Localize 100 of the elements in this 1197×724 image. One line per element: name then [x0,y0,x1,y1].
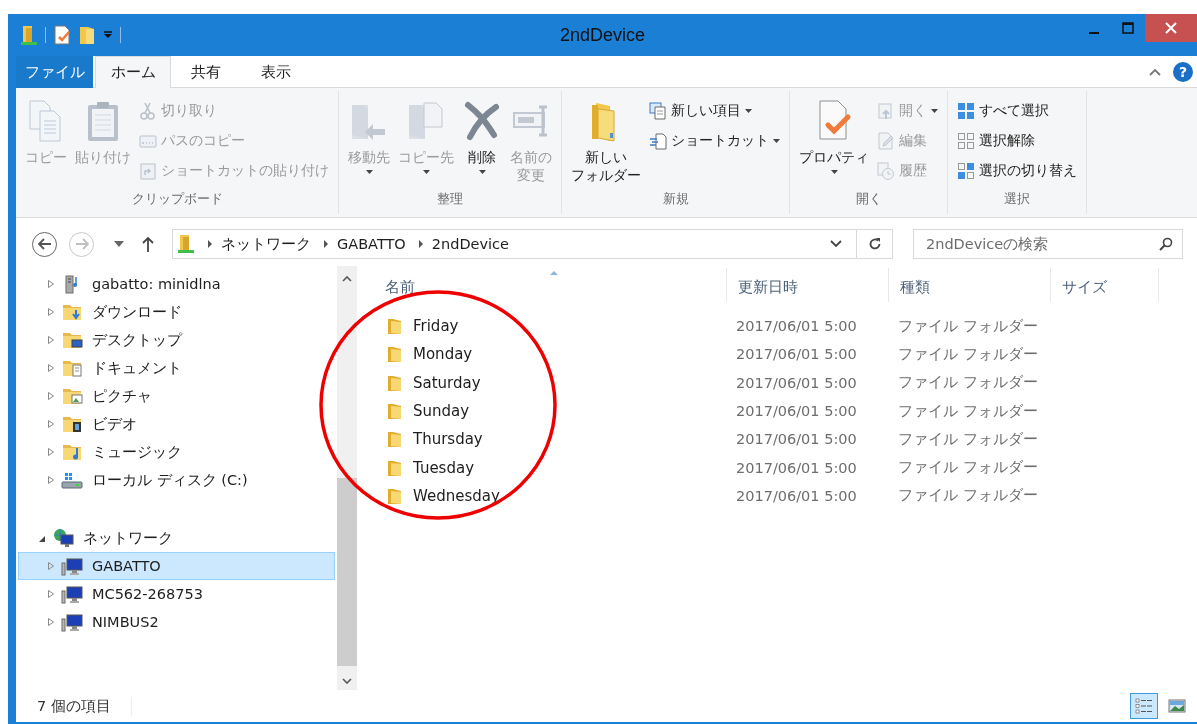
desktop-folder-icon [61,330,83,350]
table-cell-text: ファイル フォルダー [897,458,1039,478]
ribbon-button[interactable]: 選択解除 [954,127,1080,155]
collapsed-arrow-icon[interactable] [47,617,55,627]
table-cell-text: ファイル フォルダー [897,486,1039,506]
tree-item[interactable]: MC562-268753 [18,580,335,608]
collapsed-arrow-icon[interactable] [47,589,55,599]
file-name[interactable]: Saturday [413,373,481,392]
column-header[interactable]: サイズ [1051,268,1159,302]
caret-icon [931,109,938,113]
file-name[interactable]: Wednesday [413,486,500,505]
file-name[interactable]: Friday [413,317,459,336]
drive-icon [61,470,83,490]
file-name[interactable]: Monday [413,345,473,364]
folder-icon [387,373,403,392]
column-header[interactable]: 名前 [374,268,727,302]
dropdown-icon[interactable] [114,241,124,247]
ribbon-button[interactable]: 選択の切り替え [954,157,1080,185]
sort-arrow-icon [550,270,558,275]
ribbon-button[interactable]: ショートカット [646,127,783,155]
close-button[interactable] [1145,14,1197,42]
breadcrumb[interactable]: ネットワーク [221,234,311,254]
computer-icon [61,612,83,632]
scrollbar-thumb[interactable] [337,478,357,666]
ribbon-button[interactable]: 新しい フォルダー [568,97,644,187]
chevron-icon[interactable] [323,240,329,248]
table-cell-text: ファイル フォルダー [897,373,1039,393]
collapsed-arrow-icon[interactable] [47,561,55,571]
edit-icon [877,132,895,150]
folder-icon [387,345,403,364]
dropdown-icon[interactable] [103,31,113,39]
tree-item[interactable]: ネットワーク [18,524,335,552]
scroll-up-icon[interactable] [342,276,352,282]
ribbon-button[interactable]: 新しい項目 [646,97,783,125]
table-cell-text: 2017/06/01 5:00 [735,346,858,363]
ribbon-tab[interactable]: ホーム [95,56,171,88]
page-check-icon[interactable] [53,25,71,45]
group-label: 開く [854,190,883,208]
details-view-button[interactable] [1130,693,1158,719]
tree-item[interactable]: ミュージック [18,438,335,466]
chevron-icon[interactable] [207,240,213,248]
collapsed-arrow-icon[interactable] [47,363,55,373]
caret-icon [478,169,486,174]
ribbon-tab[interactable]: ファイル [16,56,93,88]
folder-icon[interactable] [78,25,96,45]
table-cell-text: ファイル フォルダー [897,429,1039,449]
tree-item[interactable]: ローカル ディスク (C:) [18,466,335,494]
chevron-down-icon[interactable] [830,240,842,248]
scrollbar[interactable] [337,266,357,690]
ribbon-tab[interactable]: 表示 [241,56,311,88]
column-header[interactable]: 更新日時 [727,268,889,302]
collapse-icon[interactable] [1149,67,1161,76]
column-header[interactable]: 種類 [889,268,1051,302]
ribbon-button[interactable]: 削除 [459,97,505,176]
tree-item[interactable]: ダウンロード [18,298,335,326]
tree-item[interactable]: GABATTO [18,552,335,580]
help-button[interactable]: ? [1173,61,1193,82]
table-cell-text: ファイル フォルダー [897,401,1039,421]
file-name[interactable]: Thursday [413,430,483,449]
chevron-icon[interactable] [417,240,424,248]
landscape-icon [1168,698,1186,714]
ribbon-tab[interactable]: 共有 [171,56,241,88]
caret-icon [830,169,838,174]
search-field[interactable]: 2ndDeviceの検索 [913,229,1183,259]
network-folder-icon [177,234,195,254]
path-icon [139,132,157,150]
tree-item[interactable]: ピクチャ [18,382,335,410]
group-label: 新規 [661,190,690,209]
address-bar[interactable]: ネットワーク GABATTO 2ndDevice [172,229,893,259]
window-title: 2ndDevice [559,24,646,46]
collapsed-arrow-icon[interactable] [47,419,55,429]
file-name[interactable]: Tuesday [413,458,475,477]
minimize-icon [1089,31,1099,34]
tree-item[interactable]: gabatto: minidlna [18,270,335,298]
collapsed-arrow-icon[interactable] [47,447,55,457]
collapsed-arrow-icon[interactable] [47,475,55,485]
ribbon-button[interactable]: プロパティ [796,97,872,176]
collapsed-arrow-icon[interactable] [47,279,55,289]
tree-item[interactable]: デスクトップ [18,326,335,354]
breadcrumb[interactable]: 2ndDevice [431,236,509,252]
maximize-icon [1122,22,1134,34]
folder-icon[interactable] [20,25,38,45]
breadcrumb[interactable]: GABATTO [337,236,406,252]
details-icon [1135,698,1153,714]
file-name[interactable]: Sunday [413,402,470,421]
collapsed-arrow-icon[interactable] [47,391,55,401]
tree-item[interactable]: ドキュメント [18,354,335,382]
collapsed-arrow-icon[interactable] [47,335,55,345]
caret-icon [745,109,752,113]
tree-item[interactable]: ビデオ [18,410,335,438]
scroll-down-icon[interactable] [342,678,352,684]
table-cell-text: 2017/06/01 5:00 [735,318,858,335]
search-icon [1159,237,1173,251]
up-arrow-icon[interactable] [142,236,154,252]
back-button[interactable] [32,231,57,257]
tree-item[interactable]: NIMBUS2 [18,608,335,636]
collapsed-arrow-icon[interactable] [47,307,55,317]
group-label: 整理 [436,190,464,209]
ribbon-button[interactable]: すべて選択 [954,97,1080,125]
scissors-icon [139,102,157,120]
